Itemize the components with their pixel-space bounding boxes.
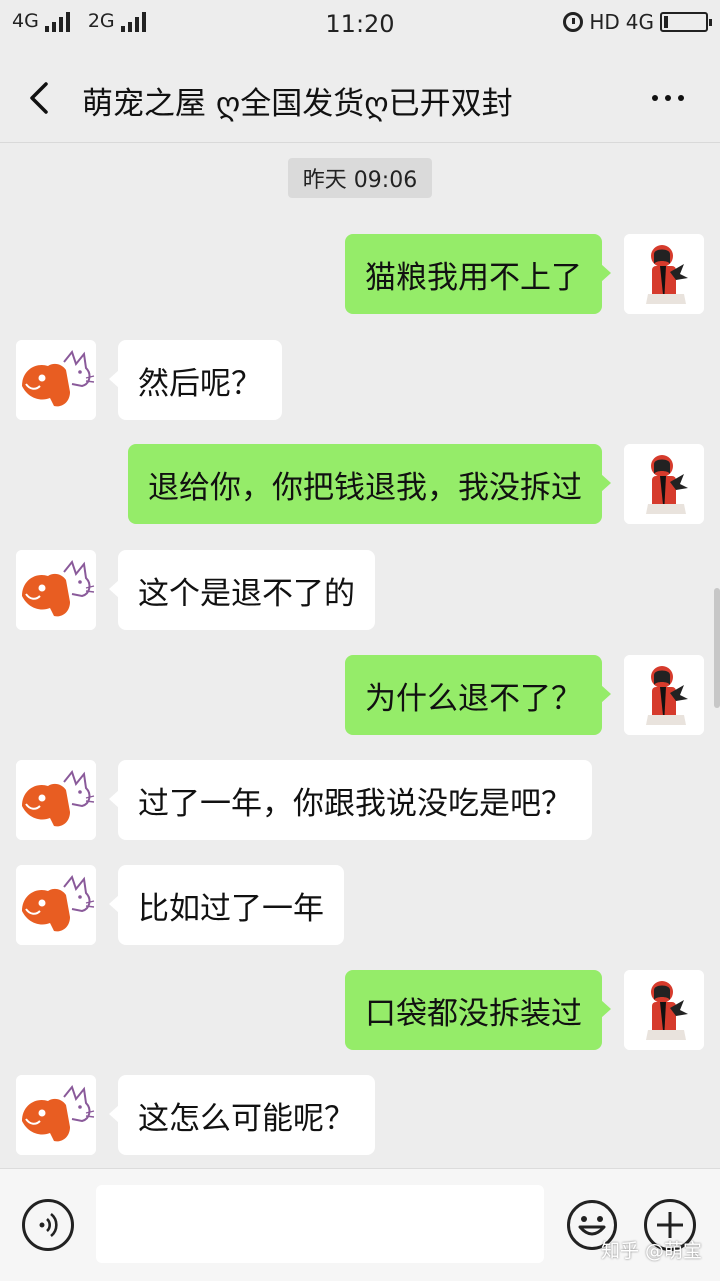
message-row-incoming: 过了一年，你跟我说没吃是吧？: [0, 760, 720, 842]
voice-icon: [39, 1212, 58, 1238]
shop-avatar[interactable]: [16, 760, 96, 840]
message-row-incoming: 这怎么可能呢？: [0, 1075, 720, 1157]
input-bar: [0, 1168, 720, 1281]
message-row-incoming: 然后呢？: [0, 340, 720, 422]
more-dots-icon[interactable]: [640, 80, 696, 116]
message-timestamp: 昨天 09:06: [288, 158, 432, 198]
shop-avatar[interactable]: [16, 1075, 96, 1155]
chat-scrollbar[interactable]: [714, 588, 720, 708]
shop-avatar[interactable]: [16, 550, 96, 630]
shop-avatar[interactable]: [16, 865, 96, 945]
message-row-incoming: 这个是退不了的: [0, 550, 720, 632]
system-indicators: HD 4G: [563, 10, 712, 34]
message-bubble[interactable]: 退给你，你把钱退我，我没拆过: [128, 444, 611, 524]
message-bubble[interactable]: 比如过了一年: [109, 865, 344, 945]
chat-title: 萌宠之屋 ღ全国发货ღ已开双封: [82, 86, 513, 122]
message-row-outgoing: 为什么退不了？: [0, 655, 720, 737]
alarm-icon: [563, 12, 584, 32]
message-row-outgoing: 退给你，你把钱退我，我没拆过: [0, 444, 720, 526]
network-type-3: 4G: [625, 10, 654, 34]
message-bubble[interactable]: 这个是退不了的: [109, 550, 375, 630]
message-row-outgoing: 猫粮我用不上了: [0, 234, 720, 316]
message-row-outgoing: 口袋都没拆装过: [0, 970, 720, 1052]
back-arrow-icon: [30, 82, 48, 114]
battery-icon: [660, 12, 712, 32]
message-input[interactable]: [96, 1185, 544, 1263]
shop-avatar[interactable]: [16, 340, 96, 420]
my-avatar[interactable]: [624, 444, 704, 524]
message-bubble[interactable]: 口袋都没拆装过: [345, 970, 611, 1050]
hd-label: HD: [589, 10, 620, 34]
status-bar: 4G 2G 11:20 HD 4G: [0, 0, 720, 50]
message-bubble[interactable]: 为什么退不了？: [345, 655, 611, 735]
message-bubble[interactable]: 猫粮我用不上了: [345, 234, 611, 314]
message-row-incoming: 比如过了一年: [0, 865, 720, 947]
watermark: 知乎 @萌宝: [600, 1240, 702, 1262]
back-button[interactable]: [20, 78, 60, 118]
message-bubble[interactable]: 然后呢？: [109, 340, 282, 420]
my-avatar[interactable]: [624, 234, 704, 314]
chat-header: 萌宠之屋 ღ全国发货ღ已开双封: [0, 50, 720, 143]
voice-button[interactable]: [22, 1199, 74, 1251]
my-avatar[interactable]: [624, 655, 704, 735]
message-bubble[interactable]: 过了一年，你跟我说没吃是吧？: [109, 760, 592, 840]
message-bubble[interactable]: 这怎么可能呢？: [109, 1075, 375, 1155]
my-avatar[interactable]: [624, 970, 704, 1050]
